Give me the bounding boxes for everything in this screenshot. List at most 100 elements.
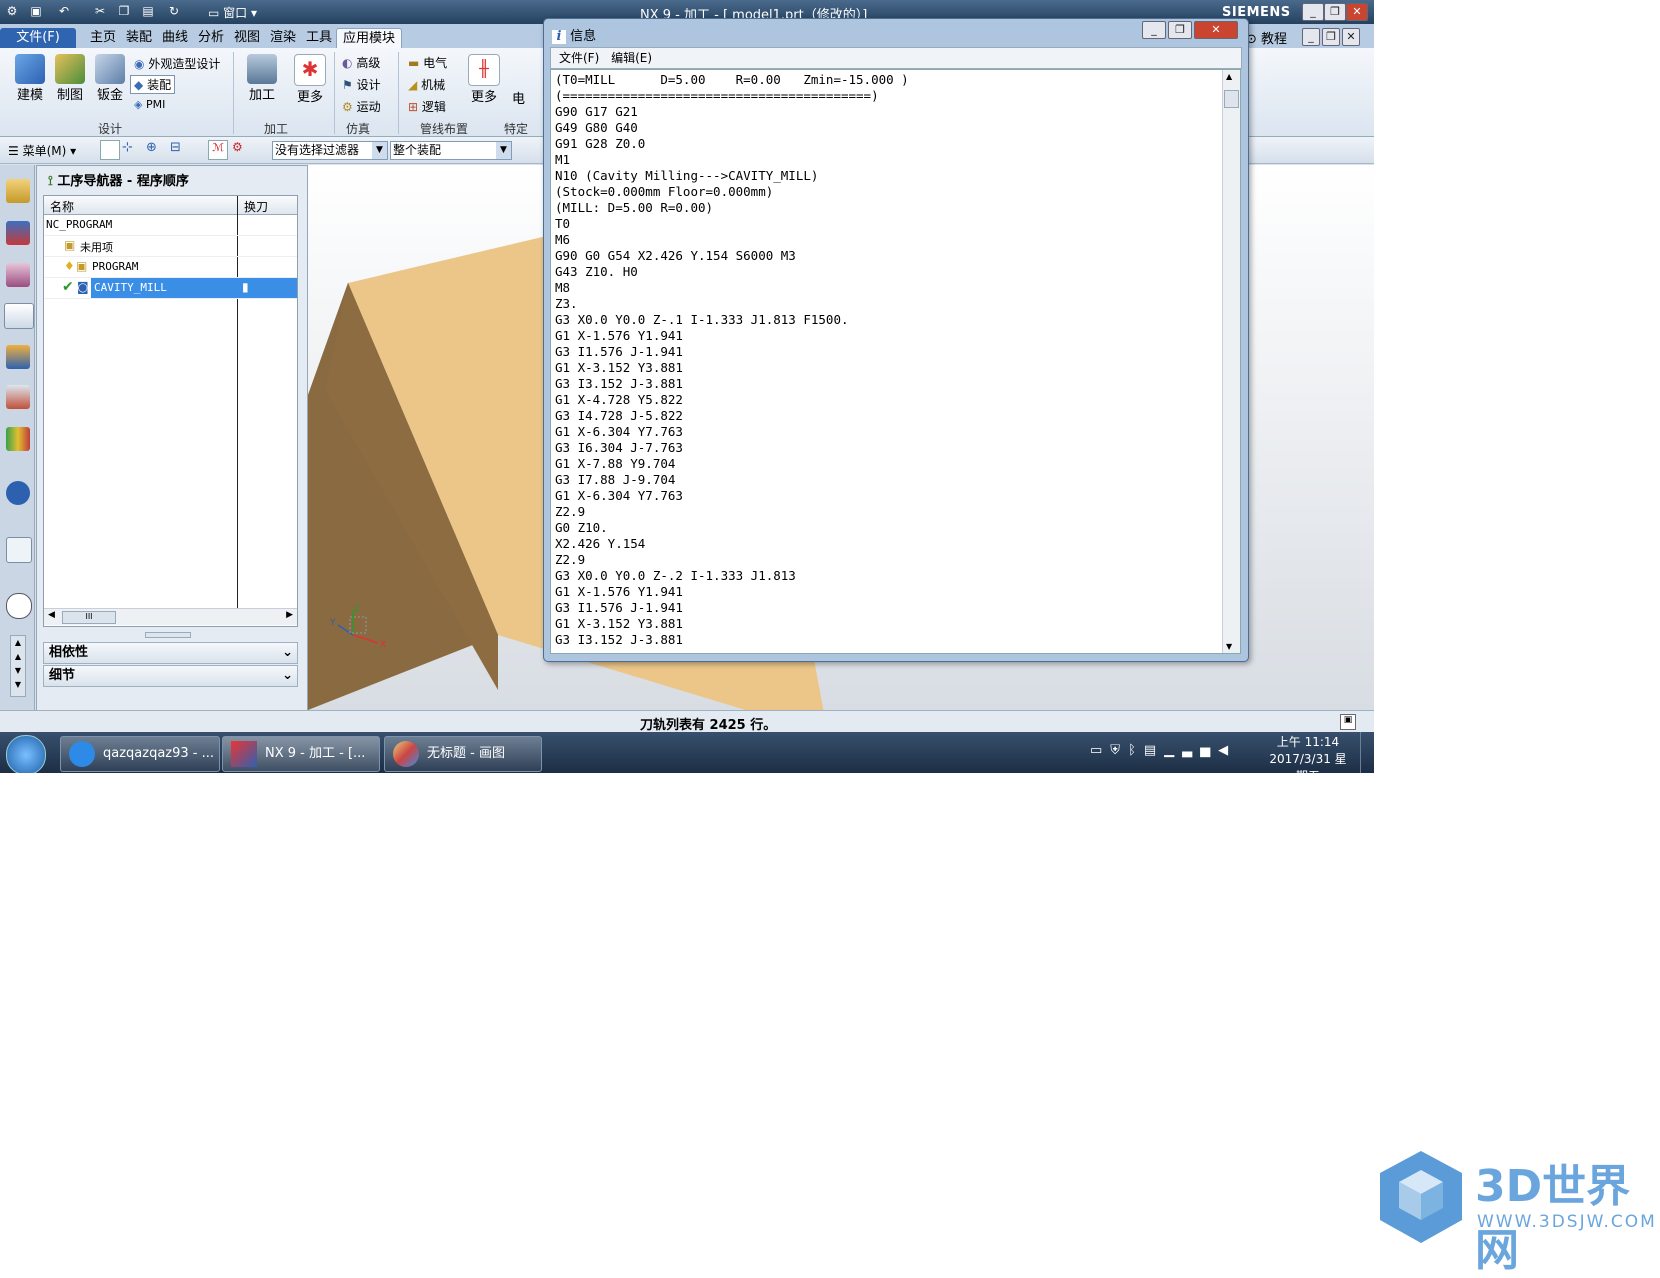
tab-assembly[interactable]: 装配 — [120, 28, 158, 48]
tree-row-unused[interactable]: ▣ 未用项 — [44, 236, 297, 257]
bluetooth-icon[interactable]: ᛒ — [1128, 743, 1144, 758]
svg-text:Z: Z — [354, 605, 360, 614]
copy-icon[interactable]: ❐ — [116, 4, 132, 20]
constraint-navigator-icon[interactable] — [6, 221, 30, 245]
fullscreen-icon[interactable]: ▣ — [1340, 714, 1356, 730]
tab-application[interactable]: 应用模块 — [336, 28, 403, 49]
motion-button[interactable]: ⚙ 运动 — [342, 98, 381, 115]
column-header-name[interactable]: 名称 — [50, 198, 74, 215]
filter-icon[interactable]: ⊟ — [170, 140, 188, 158]
tab-render[interactable]: 渲染 — [264, 28, 302, 48]
doc-close-button[interactable]: ✕ — [1342, 28, 1360, 46]
tab-analysis[interactable]: 分析 — [192, 28, 230, 48]
scroll-left-icon[interactable]: ◀ — [48, 610, 55, 620]
assembly-navigator-icon[interactable] — [6, 179, 30, 203]
vertical-scrollbar[interactable]: ▲ ▼ — [1222, 70, 1240, 653]
toolpath-icon[interactable]: ℳ — [208, 140, 228, 160]
windows-start-button[interactable] — [6, 735, 46, 773]
taskbar-item-paint[interactable]: 无标题 - 画图 — [384, 736, 542, 772]
horizontal-scrollbar[interactable]: III ◀ ▶ — [44, 608, 297, 625]
routing-more-button[interactable]: ╫ 更多 — [464, 54, 504, 105]
modeling-button[interactable]: 建模 — [10, 54, 50, 103]
column-header-tool-change[interactable]: 换刀 — [244, 198, 268, 215]
info-menu-edit[interactable]: 编辑(E) — [611, 51, 652, 65]
special-button-label[interactable]: 电 — [512, 88, 525, 107]
info-close-button[interactable]: ✕ — [1194, 21, 1238, 39]
cut-icon[interactable]: ✂ — [92, 4, 108, 20]
shape-studio-button[interactable]: ◉ 外观造型设计 — [134, 55, 220, 72]
tutorial-link[interactable]: ⊙ 教程 — [1246, 28, 1287, 47]
scroll-thumb[interactable]: III — [62, 611, 116, 624]
save-icon[interactable]: ▣ — [28, 4, 44, 20]
palette-icon[interactable] — [6, 427, 30, 451]
web-browser-icon[interactable] — [6, 481, 30, 505]
assembly-button[interactable]: ◆ 装配 — [130, 75, 176, 94]
snap-icon[interactable] — [100, 140, 120, 160]
resource-scroll[interactable]: ▲ ▲ ▼ ▼ — [10, 635, 26, 697]
tree-row-nc-program[interactable]: NC_PROGRAM — [44, 215, 297, 236]
info-maximize-button[interactable]: ❐ — [1168, 21, 1192, 39]
design-sim-button[interactable]: ⚑ 设计 — [342, 76, 381, 93]
info-text-area[interactable]: (T0=MILL D=5.00 R=0.00 Zmin=-15.000 ) (=… — [550, 69, 1241, 654]
dependencies-panel[interactable]: 相依性 ⌄ — [43, 642, 298, 664]
system-clock[interactable]: 上午 11:14 2017/3/31 星期五 — [1268, 734, 1348, 773]
network-icon[interactable]: ▁▃▅ — [1164, 743, 1218, 758]
menu-button[interactable]: ☰ 菜单(M) ▾ — [8, 142, 76, 159]
minimize-button[interactable]: _ — [1302, 3, 1324, 21]
tree-row-cavity-mill[interactable]: ✔ ◙ CAVITY_MILL ▮ — [44, 278, 297, 299]
tree-row-program[interactable]: ♦ ▣ PROGRAM — [44, 257, 297, 278]
undo-icon[interactable]: ↶ — [56, 4, 72, 20]
machine-tool-navigator-icon[interactable] — [6, 345, 30, 369]
keyboard-icon[interactable]: ▭ — [1090, 743, 1110, 758]
file-tab[interactable]: 文件(F) — [0, 28, 76, 48]
select-icon[interactable]: ⊹ — [122, 140, 140, 158]
logical-button[interactable]: ⊞ 逻辑 — [408, 98, 446, 115]
doc-minimize-button[interactable]: _ — [1302, 28, 1320, 46]
feature-icon[interactable]: ⊕ — [146, 140, 164, 158]
volume-muted-icon[interactable]: ◀ — [1218, 743, 1236, 758]
scroll-up-icon[interactable]: ▲ — [1226, 72, 1232, 81]
paste-icon[interactable]: ▤ — [140, 4, 156, 20]
manufacturing-button[interactable]: 加工 — [242, 54, 282, 103]
scroll-right-icon[interactable]: ▶ — [286, 610, 293, 620]
repeat-command-icon[interactable]: ↻ — [166, 4, 182, 20]
splitter-handle[interactable] — [145, 632, 191, 638]
sheet-metal-button[interactable]: 钣金 — [90, 54, 130, 103]
tab-tools[interactable]: 工具 — [300, 28, 338, 48]
type-filter-select[interactable]: 没有选择过滤器 ▼ — [272, 141, 388, 160]
reuse-library-icon[interactable] — [6, 385, 30, 409]
printer-icon[interactable]: ▤ — [1144, 743, 1164, 758]
window-menu[interactable]: ▭ 窗口 ▾ — [208, 4, 257, 21]
doc-restore-button[interactable]: ❐ — [1322, 28, 1340, 46]
mechanical-button[interactable]: ◢ 机械 — [408, 76, 445, 93]
assembly-scope-select[interactable]: 整个装配 ▼ — [390, 141, 512, 160]
maximize-button[interactable]: ❐ — [1324, 3, 1346, 21]
operation-navigator-icon[interactable] — [4, 303, 34, 329]
info-minimize-button[interactable]: _ — [1142, 21, 1166, 39]
document-icon[interactable] — [6, 537, 32, 563]
details-panel[interactable]: 细节 ⌄ — [43, 665, 298, 687]
taskbar-item-nx[interactable]: NX 9 - 加工 - [... — [222, 736, 380, 772]
folder-icon: ▣ — [64, 238, 76, 252]
pin-icon[interactable]: ⟟ — [48, 174, 53, 189]
drafting-button[interactable]: 制图 — [50, 54, 90, 103]
pmi-button[interactable]: ◈ PMI — [134, 98, 165, 111]
scroll-thumb[interactable] — [1224, 90, 1239, 108]
history-clock-icon[interactable] — [6, 593, 32, 619]
close-button[interactable]: ✕ — [1346, 3, 1368, 21]
system-tray[interactable]: ▭⛨ᛒ▤▁▃▅◀ — [1090, 743, 1236, 758]
operation-icon[interactable]: ⚙ — [232, 140, 250, 158]
electrical-button[interactable]: ▬ 电气 — [408, 54, 447, 71]
show-desktop-button[interactable] — [1360, 732, 1374, 773]
advanced-sim-button[interactable]: ◐ 高级 — [342, 54, 380, 71]
nx-logo-icon[interactable]: ⚙ — [4, 4, 20, 20]
tab-view[interactable]: 视图 — [228, 28, 266, 48]
taskbar-item-qq[interactable]: qazqazqaz93 - ... — [60, 736, 220, 772]
info-menu-file[interactable]: 文件(F) — [559, 51, 599, 65]
tab-home[interactable]: 主页 — [84, 28, 122, 48]
tab-curve[interactable]: 曲线 — [156, 28, 194, 48]
machining-more-button[interactable]: ✱ 更多 — [290, 54, 330, 105]
part-navigator-icon[interactable] — [6, 263, 30, 287]
scroll-down-icon[interactable]: ▼ — [1226, 642, 1232, 651]
shield-icon[interactable]: ⛨ — [1110, 743, 1128, 758]
